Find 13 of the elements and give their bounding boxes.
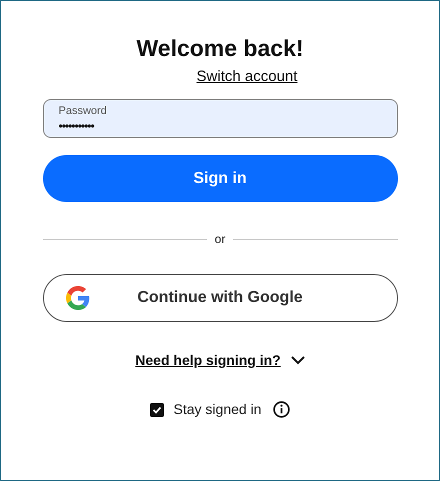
switch-account-link[interactable]: Switch account — [196, 66, 298, 88]
help-toggle[interactable]: Need help signing in? — [135, 350, 305, 371]
field-label: Password — [58, 104, 108, 118]
info-icon[interactable] — [273, 401, 290, 418]
password-value: ••••••••••• — [58, 118, 96, 134]
sign-in-button[interactable]: Sign in — [42, 155, 398, 202]
checkbox[interactable] — [150, 402, 164, 416]
google-button[interactable]: Continue with Google — [42, 274, 398, 322]
stay-signed-in-label: Stay signed in — [174, 400, 262, 419]
divider-text: or — [214, 231, 226, 248]
title: Welcome back! — [136, 34, 304, 63]
password-field[interactable]: Password ••••••••••• — [42, 99, 398, 138]
google-logo-icon — [66, 286, 90, 310]
